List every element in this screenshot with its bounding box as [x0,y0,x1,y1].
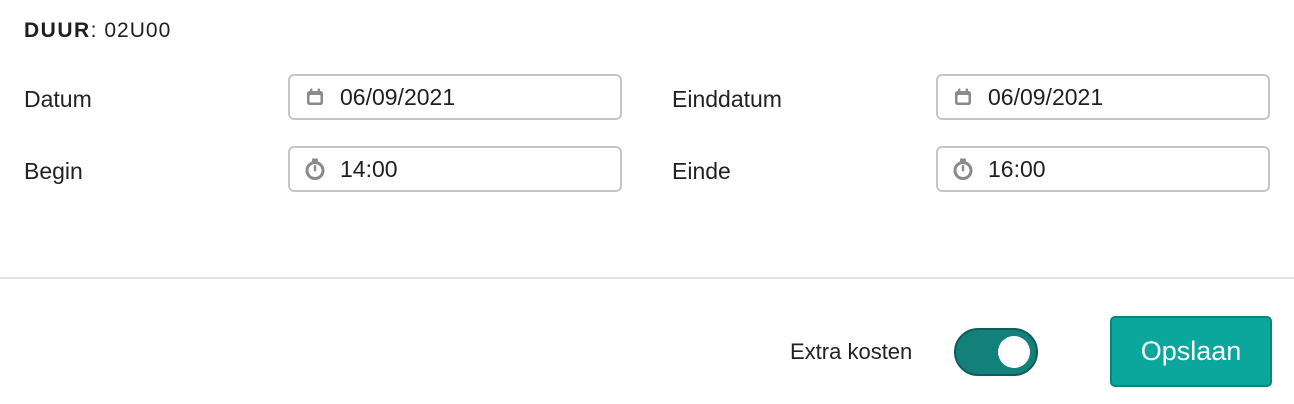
start-time-value: 14:00 [340,155,398,182]
duration-separator: : [90,19,98,42]
extra-costs-label: Extra kosten [790,339,913,364]
clock-icon [952,158,974,180]
end-date-input[interactable]: 06/09/2021 [936,74,1270,120]
end-time-label: Einde [672,158,731,184]
divider [0,277,1294,279]
start-time-label: Begin [24,158,83,184]
duration-label: DUUR [24,19,91,42]
calendar-icon [304,86,326,108]
save-button[interactable]: Opslaan [1110,316,1272,387]
duration-display: DUUR: 02U00 [24,19,171,43]
extra-costs-toggle[interactable] [954,328,1038,376]
toggle-knob [998,336,1030,368]
end-time-value: 16:00 [988,155,1046,182]
date-label: Datum [24,86,92,112]
end-time-input[interactable]: 16:00 [936,146,1270,192]
end-date-label: Einddatum [672,86,782,112]
calendar-icon [952,86,974,108]
date-input[interactable]: 06/09/2021 [288,74,622,120]
duration-value: 02U00 [104,19,172,42]
event-time-form: DUUR: 02U00 Datum 06/09/2021 Einddatum 0… [0,0,1294,404]
date-value: 06/09/2021 [340,83,456,110]
clock-icon [304,158,326,180]
end-date-value: 06/09/2021 [988,83,1104,110]
start-time-input[interactable]: 14:00 [288,146,622,192]
